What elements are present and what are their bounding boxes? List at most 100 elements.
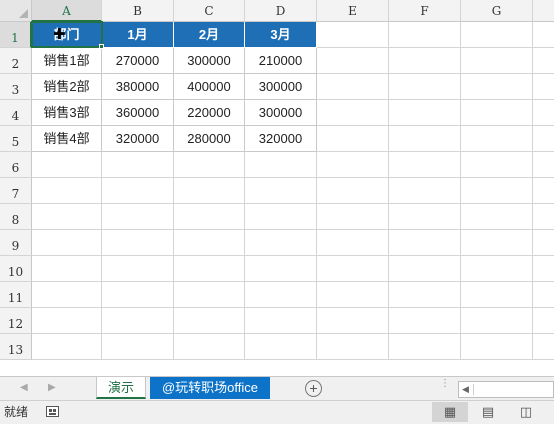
cell-e10[interactable]: [317, 256, 389, 282]
fill-handle[interactable]: [99, 44, 104, 49]
tab-split-dots[interactable]: ⋮: [440, 379, 450, 397]
cell-g12[interactable]: [461, 308, 533, 334]
row-header-13[interactable]: 13: [0, 334, 32, 360]
row-header-8[interactable]: 8: [0, 204, 32, 230]
cell-g6[interactable]: [461, 152, 533, 178]
cell-a8[interactable]: [32, 204, 102, 230]
cell-c2[interactable]: 300000: [174, 48, 245, 74]
cell-c10[interactable]: [174, 256, 245, 282]
cell-e6[interactable]: [317, 152, 389, 178]
cell-partial[interactable]: [533, 256, 554, 282]
sheet-tab-office[interactable]: @玩转职场office: [150, 377, 270, 399]
cell-g13[interactable]: [461, 334, 533, 360]
cell-g9[interactable]: [461, 230, 533, 256]
row-header-9[interactable]: 9: [0, 230, 32, 256]
column-header-a[interactable]: A: [32, 0, 102, 22]
cell-f9[interactable]: [389, 230, 461, 256]
column-header-e[interactable]: E: [317, 0, 389, 22]
column-header-d[interactable]: D: [245, 0, 317, 22]
cell-b8[interactable]: [102, 204, 174, 230]
sheet-tab-demo[interactable]: 演示: [96, 377, 146, 399]
cell-e7[interactable]: [317, 178, 389, 204]
cell-partial[interactable]: [533, 178, 554, 204]
cell-d7[interactable]: [245, 178, 317, 204]
cell-a6[interactable]: [32, 152, 102, 178]
cell-d3[interactable]: 300000: [245, 74, 317, 100]
horizontal-scrollbar[interactable]: ◀: [458, 381, 554, 398]
triangle-right-icon[interactable]: ▶: [48, 380, 56, 396]
cell-a2[interactable]: 销售1部: [32, 48, 102, 74]
cell-c8[interactable]: [174, 204, 245, 230]
column-header-g[interactable]: G: [461, 0, 533, 22]
cell-e9[interactable]: [317, 230, 389, 256]
cell-partial[interactable]: [533, 100, 554, 126]
plus-circle-icon[interactable]: +: [305, 380, 322, 397]
cell-partial[interactable]: [533, 230, 554, 256]
cell-d10[interactable]: [245, 256, 317, 282]
cell-f3[interactable]: [389, 74, 461, 100]
cell-partial[interactable]: [533, 126, 554, 152]
row-header-2[interactable]: 2: [0, 48, 32, 74]
cell-partial[interactable]: [533, 152, 554, 178]
cell-partial[interactable]: [533, 308, 554, 334]
cell-e4[interactable]: [317, 100, 389, 126]
cell-c1[interactable]: 2月: [174, 22, 245, 48]
cell-d9[interactable]: [245, 230, 317, 256]
row-header-6[interactable]: 6: [0, 152, 32, 178]
cell-e1[interactable]: [317, 22, 389, 48]
row-header-12[interactable]: 12: [0, 308, 32, 334]
cell-b6[interactable]: [102, 152, 174, 178]
cell-d5[interactable]: 320000: [245, 126, 317, 152]
cell-c7[interactable]: [174, 178, 245, 204]
column-header-b[interactable]: B: [102, 0, 174, 22]
column-header-f[interactable]: F: [389, 0, 461, 22]
cell-d12[interactable]: [245, 308, 317, 334]
scroll-left-icon[interactable]: ◀: [462, 382, 469, 397]
select-all-corner[interactable]: [0, 0, 32, 22]
macro-record-icon[interactable]: [46, 406, 59, 417]
worksheet-grid[interactable]: ABCDEFG 1 2 3 4 5 6 7 8 9 10 11 12 13 部门 1月 2月 3月 销售1部 27…: [0, 0, 554, 376]
cell-b7[interactable]: [102, 178, 174, 204]
scroll-thumb[interactable]: [473, 384, 553, 395]
cell-partial[interactable]: [533, 22, 554, 48]
cell-f6[interactable]: [389, 152, 461, 178]
cell-f8[interactable]: [389, 204, 461, 230]
cell-c9[interactable]: [174, 230, 245, 256]
cell-e2[interactable]: [317, 48, 389, 74]
cell-f1[interactable]: [389, 22, 461, 48]
page-break-icon[interactable]: ◫: [512, 402, 540, 422]
cell-f10[interactable]: [389, 256, 461, 282]
cell-f12[interactable]: [389, 308, 461, 334]
cell-b3[interactable]: 380000: [102, 74, 174, 100]
cell-partial[interactable]: [533, 74, 554, 100]
cell-c12[interactable]: [174, 308, 245, 334]
cell-g8[interactable]: [461, 204, 533, 230]
normal-view-icon[interactable]: ▦: [432, 402, 468, 422]
row-header-3[interactable]: 3: [0, 74, 32, 100]
cell-g4[interactable]: [461, 100, 533, 126]
row-header-1[interactable]: 1: [0, 22, 32, 48]
cell-e5[interactable]: [317, 126, 389, 152]
cell-c5[interactable]: 280000: [174, 126, 245, 152]
cell-b1[interactable]: 1月: [102, 22, 174, 48]
row-header-4[interactable]: 4: [0, 100, 32, 126]
row-header-5[interactable]: 5: [0, 126, 32, 152]
cell-d6[interactable]: [245, 152, 317, 178]
cell-g11[interactable]: [461, 282, 533, 308]
row-header-7[interactable]: 7: [0, 178, 32, 204]
cell-partial[interactable]: [533, 204, 554, 230]
cell-a11[interactable]: [32, 282, 102, 308]
cell-c3[interactable]: 400000: [174, 74, 245, 100]
cell-d4[interactable]: 300000: [245, 100, 317, 126]
cell-f2[interactable]: [389, 48, 461, 74]
cell-partial[interactable]: [533, 48, 554, 74]
cell-b10[interactable]: [102, 256, 174, 282]
cell-b13[interactable]: [102, 334, 174, 360]
cell-g5[interactable]: [461, 126, 533, 152]
cell-b5[interactable]: 320000: [102, 126, 174, 152]
cell-f5[interactable]: [389, 126, 461, 152]
cell-e13[interactable]: [317, 334, 389, 360]
cell-d2[interactable]: 210000: [245, 48, 317, 74]
cell-a10[interactable]: [32, 256, 102, 282]
cell-f13[interactable]: [389, 334, 461, 360]
